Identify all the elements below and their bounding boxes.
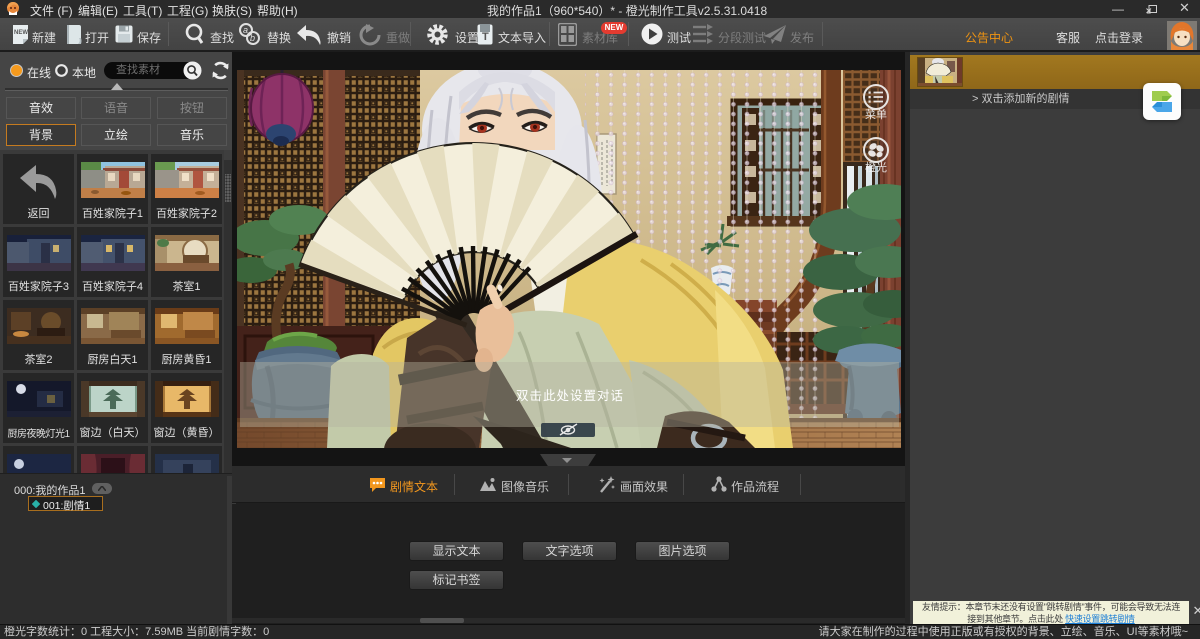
svg-text:T: T [482,31,489,43]
svg-text:菜单: 菜单 [865,108,887,121]
svg-text:b: b [250,33,255,43]
svg-text:NEW: NEW [14,30,28,36]
svg-text:a: a [243,25,248,35]
svg-text:橙光: 橙光 [865,160,887,174]
svg-text:双击此处设置对话: 双击此处设置对话 [516,388,624,403]
